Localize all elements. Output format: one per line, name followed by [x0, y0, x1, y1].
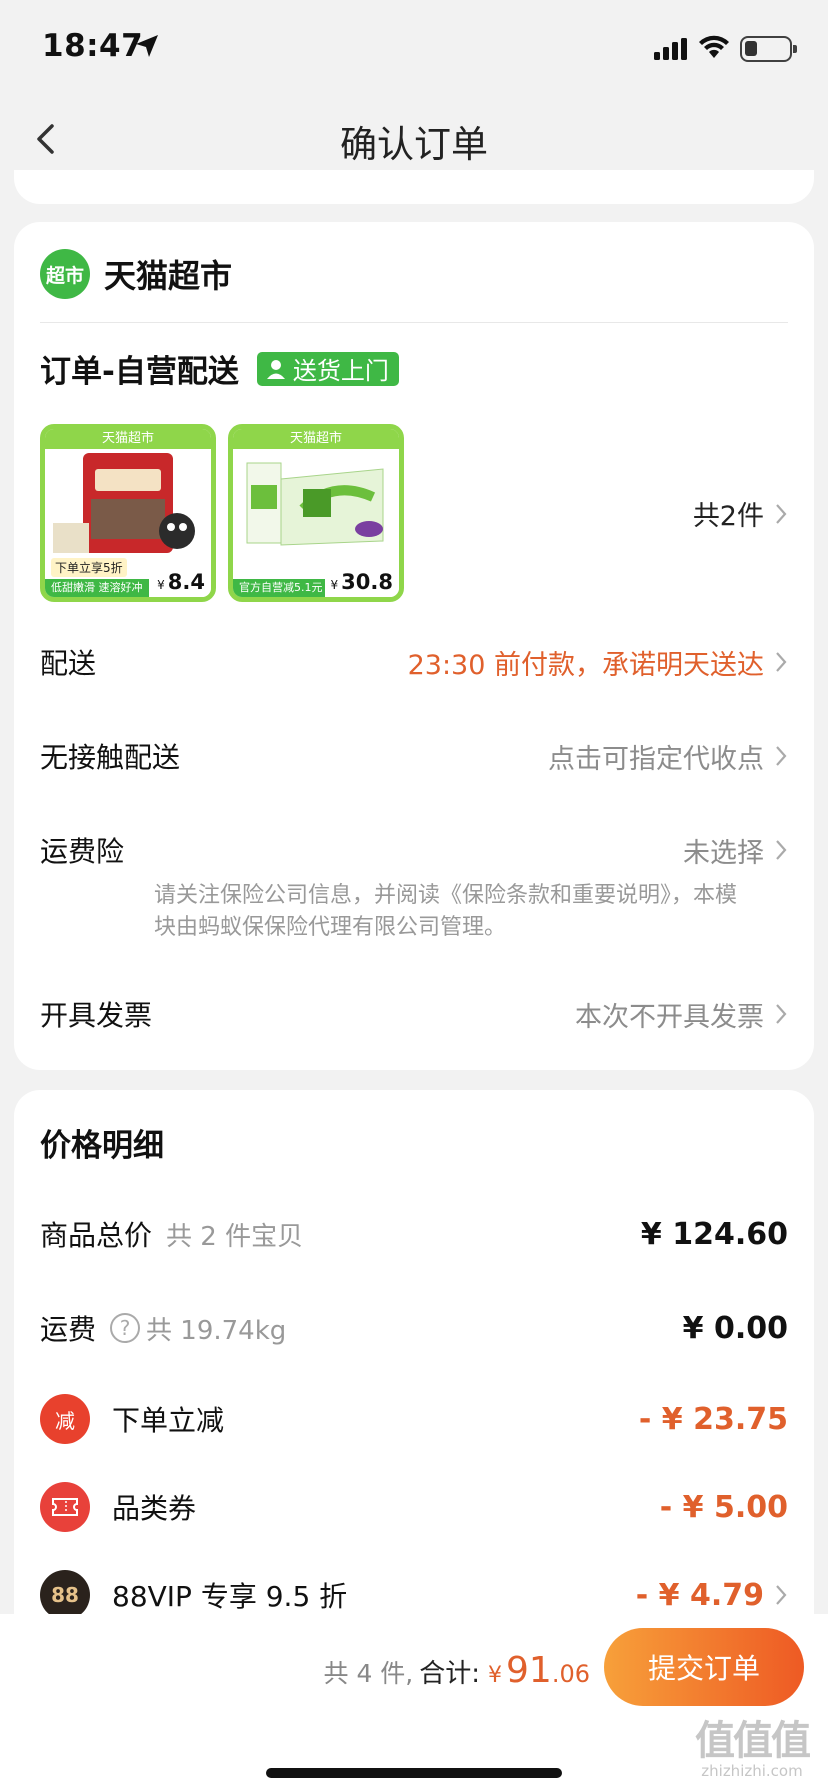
- product-promo: 下单立享5折: [51, 558, 127, 577]
- item-count-label: 共2件: [692, 501, 764, 532]
- total-currency: ¥: [488, 1663, 503, 1688]
- shipping-fee-amount: ¥ 0.00: [682, 1310, 788, 1346]
- battery-icon: [740, 36, 797, 62]
- home-indicator[interactable]: [266, 1768, 562, 1778]
- chevron-right-icon: [776, 1585, 787, 1605]
- submit-order-button[interactable]: 提交订单: [604, 1628, 804, 1706]
- category-coupon-amount: - ¥ 5.00: [659, 1489, 788, 1525]
- instant-discount-row: 减 下单立减 - ¥ 23.75: [40, 1394, 788, 1444]
- watermark-url: zhizhizhi.com: [701, 1762, 803, 1780]
- signal-icon: [654, 38, 687, 60]
- vip-discount-amount: - ¥ 4.79: [635, 1577, 764, 1613]
- coupon-icon: [40, 1482, 90, 1532]
- order-type: 订单-自营配送 送货上门: [40, 346, 399, 391]
- insurance-note: 请关注保险公司信息，并阅读《保险条款和重要说明》，本模块由蚂蚁保保险代理有限公司…: [154, 883, 738, 940]
- invoice-row[interactable]: 开具发票 本次不开具发票: [40, 994, 788, 1034]
- delivery-badge-label: 送货上门: [292, 357, 389, 385]
- product-banner: 天猫超市: [233, 429, 399, 449]
- chevron-right-icon: [776, 503, 787, 524]
- product-banner: 天猫超市: [45, 429, 211, 449]
- item-count[interactable]: 共2件: [693, 494, 788, 533]
- status-bar: 18:47: [0, 0, 828, 100]
- vip-discount-label: 88VIP 专享 9.5 折: [112, 1580, 348, 1613]
- instant-discount-amount: - ¥ 23.75: [638, 1401, 788, 1437]
- contactless-value: 点击可指定代收点: [548, 737, 788, 776]
- product-tag: 官方自营减5.1元: [233, 579, 329, 597]
- category-coupon-row: 品类券 - ¥ 5.00: [40, 1482, 788, 1532]
- goods-total-amount: ¥ 124.60: [640, 1216, 788, 1252]
- total-count: 共 4 件,: [323, 1659, 414, 1688]
- insurance-value: 未选择: [683, 831, 788, 870]
- contactless-delivery-row[interactable]: 无接触配送 点击可指定代收点: [40, 736, 788, 776]
- store-logo: 超市: [40, 249, 90, 299]
- 88vip-icon: 88: [40, 1570, 90, 1620]
- soy-milk-package-image: [53, 453, 195, 553]
- person-icon: [266, 359, 285, 379]
- delivery-value: 23:30 前付款，承诺明天送达: [408, 643, 788, 682]
- price-detail-title: 价格明细: [40, 1128, 164, 1164]
- address-card-stub: [14, 170, 814, 204]
- watermark: 值值值: [695, 1718, 811, 1764]
- total-label: 合计:: [419, 1659, 481, 1689]
- product-price: ¥30.8: [324, 567, 399, 597]
- page-title: 确认订单: [340, 123, 488, 166]
- price-detail-card: 价格明细 商品总价 共 2 件宝贝 ¥ 124.60 运费 ? 共 19.74k…: [14, 1090, 814, 1650]
- shipping-fee-row: 运费 ? 共 19.74kg ¥ 0.00: [40, 1308, 788, 1348]
- discount-icon: 减: [40, 1394, 90, 1444]
- divider: [40, 322, 788, 323]
- delivery-label: 配送: [40, 647, 97, 680]
- product-thumbnail[interactable]: 天猫超市 官方自营减5.1元 ¥30.8: [228, 424, 404, 602]
- product-tag: 低甜嫩滑 速溶好冲: [45, 579, 149, 597]
- chevron-right-icon: [776, 1004, 787, 1024]
- store-header[interactable]: 超市 天猫超市: [40, 248, 232, 300]
- store-name: 天猫超市: [104, 257, 233, 295]
- contactless-label: 无接触配送: [40, 741, 181, 774]
- store-order-card: 超市 天猫超市 订单-自营配送 送货上门 天猫超市 下单立享5折 低甜嫩滑 速溶…: [14, 222, 814, 1070]
- shipping-insurance-row[interactable]: 运费险 未选择: [40, 830, 788, 870]
- goods-total-row: 商品总价 共 2 件宝贝 ¥ 124.60: [40, 1214, 788, 1254]
- vip-discount-row[interactable]: 88 88VIP 专享 9.5 折 - ¥ 4.79: [40, 1570, 788, 1620]
- product-thumbnail[interactable]: 天猫超市 下单立享5折 低甜嫩滑 速溶好冲 ¥8.4: [40, 424, 216, 602]
- order-total: 共 4 件, 合计: ¥ 91 .06: [324, 1650, 591, 1691]
- chevron-right-icon: [776, 652, 787, 672]
- question-mark-icon[interactable]: ?: [110, 1313, 141, 1343]
- wifi-icon: [699, 35, 729, 58]
- delivery-row[interactable]: 配送 23:30 前付款，承诺明天送达: [40, 642, 788, 682]
- total-amount-decimal: .06: [551, 1660, 590, 1688]
- goods-total-label: 商品总价: [40, 1219, 153, 1252]
- total-amount-integer: 91: [506, 1650, 552, 1691]
- checkout-bar: 共 4 件, 合计: ¥ 91 .06 提交订单 值值值 zhizhizhi.c…: [0, 1614, 828, 1792]
- goods-total-sub: 共 2 件宝贝: [166, 1221, 304, 1252]
- delivery-badge: 送货上门: [256, 351, 399, 386]
- category-coupon-label: 品类券: [112, 1492, 197, 1525]
- location-arrow-icon: [136, 35, 158, 57]
- shipping-weight: 共 19.74kg: [146, 1315, 287, 1346]
- green-tea-box-image: [246, 462, 384, 546]
- chevron-right-icon: [776, 746, 787, 766]
- chevron-right-icon: [776, 840, 787, 860]
- insurance-label: 运费险: [40, 835, 125, 868]
- shipping-fee-label: 运费: [40, 1313, 97, 1346]
- invoice-value: 本次不开具发票: [575, 995, 788, 1034]
- instant-discount-label: 下单立减: [112, 1404, 225, 1437]
- invoice-label: 开具发票: [40, 999, 153, 1032]
- order-type-label: 订单-自营配送: [40, 354, 239, 390]
- product-price: ¥8.4: [151, 567, 211, 597]
- status-time: 18:47: [42, 28, 144, 64]
